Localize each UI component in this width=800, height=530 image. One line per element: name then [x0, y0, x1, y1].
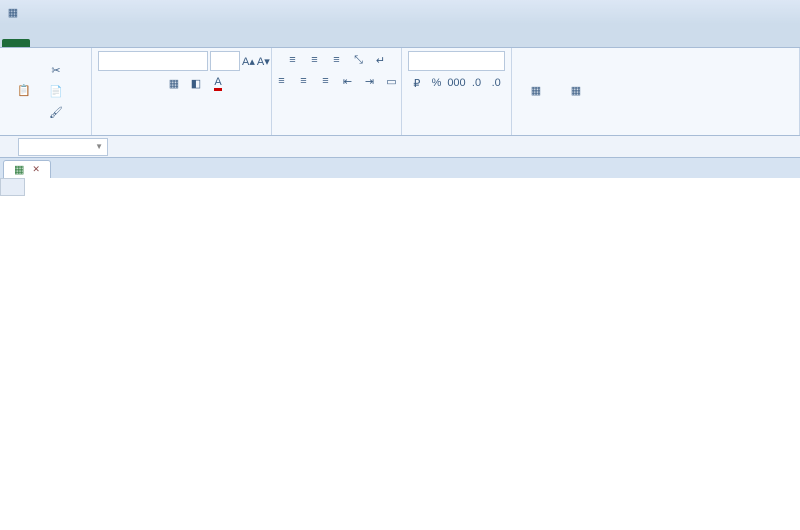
- workbook-tab[interactable]: ▦ ✕: [3, 160, 51, 178]
- group-number-label: [408, 131, 505, 133]
- bold-button[interactable]: [98, 74, 118, 92]
- fill-color-icon[interactable]: ◧: [186, 74, 206, 92]
- formula-bar: ▼: [0, 136, 800, 158]
- group-styles-label: [518, 131, 793, 133]
- file-tab[interactable]: [2, 39, 30, 47]
- indent-dec-icon[interactable]: ⇤: [338, 72, 358, 90]
- align-top-icon[interactable]: ≡: [283, 51, 303, 69]
- underline-button[interactable]: [142, 74, 162, 92]
- italic-button[interactable]: [120, 74, 140, 92]
- group-clipboard: 📋 ✂ 📄 🖌: [0, 48, 92, 135]
- ribbon: 📋 ✂ 📄 🖌 A▴ A▾ ▦ ◧: [0, 48, 800, 136]
- close-icon[interactable]: ✕: [32, 164, 40, 175]
- font-size-select[interactable]: [210, 51, 240, 71]
- font-color-icon[interactable]: A: [208, 74, 228, 92]
- chevron-down-icon[interactable]: ▼: [95, 142, 103, 151]
- redo-icon[interactable]: [67, 3, 85, 21]
- increase-decimal-icon[interactable]: .0: [468, 74, 486, 92]
- decrease-decimal-icon[interactable]: .0: [487, 74, 505, 92]
- group-clipboard-label: [6, 131, 85, 133]
- percent-icon[interactable]: %: [428, 74, 446, 92]
- title-bar: ▦: [0, 0, 800, 24]
- grow-font-icon[interactable]: A▴: [242, 52, 255, 70]
- align-left-icon[interactable]: ≡: [272, 72, 292, 90]
- cut-icon[interactable]: ✂: [46, 61, 66, 79]
- comma-icon[interactable]: 000: [447, 74, 465, 92]
- merge-icon[interactable]: ▭: [382, 72, 402, 90]
- workbook-icon: ▦: [14, 163, 24, 176]
- font-name-select[interactable]: [98, 51, 208, 71]
- group-alignment: ≡ ≡ ≡ ⤡ ↵ ≡ ≡ ≡ ⇤ ⇥ ▭: [272, 48, 402, 135]
- wrap-text-icon[interactable]: ↵: [371, 51, 391, 69]
- conditional-formatting-button[interactable]: ▦: [518, 74, 554, 108]
- align-middle-icon[interactable]: ≡: [305, 51, 325, 69]
- orientation-icon[interactable]: ⤡: [349, 51, 369, 69]
- formula-input[interactable]: [140, 140, 800, 154]
- paste-button[interactable]: 📋: [6, 74, 42, 108]
- select-all-corner[interactable]: [0, 178, 25, 196]
- border-icon[interactable]: ▦: [164, 74, 184, 92]
- format-as-table-button[interactable]: ▦: [558, 74, 594, 108]
- excel-icon: ▦: [4, 3, 22, 21]
- group-font: A▴ A▾ ▦ ◧ A: [92, 48, 272, 135]
- indent-inc-icon[interactable]: ⇥: [360, 72, 380, 90]
- undo-icon[interactable]: [46, 3, 64, 21]
- name-box[interactable]: ▼: [18, 138, 108, 156]
- group-alignment-label: [278, 131, 395, 133]
- ribbon-tabs: [0, 24, 800, 48]
- conditional-formatting-icon: ▦: [522, 76, 550, 104]
- format-painter-icon[interactable]: 🖌: [46, 103, 66, 121]
- workbook-tabs: ▦ ✕: [0, 158, 800, 178]
- qat-more-icon[interactable]: [88, 3, 106, 21]
- group-number: ₽ % 000 .0 .0: [402, 48, 512, 135]
- copy-icon[interactable]: 📄: [46, 82, 66, 100]
- group-font-label: [98, 131, 265, 133]
- save-icon[interactable]: [25, 3, 43, 21]
- align-bottom-icon[interactable]: ≡: [327, 51, 347, 69]
- align-right-icon[interactable]: ≡: [316, 72, 336, 90]
- format-as-table-icon: ▦: [562, 76, 590, 104]
- paste-icon: 📋: [10, 76, 38, 104]
- align-center-icon[interactable]: ≡: [294, 72, 314, 90]
- group-styles: ▦ ▦: [512, 48, 800, 135]
- quick-access-toolbar: ▦: [4, 3, 106, 21]
- shrink-font-icon[interactable]: A▾: [257, 52, 270, 70]
- number-format-select[interactable]: [408, 51, 505, 71]
- currency-icon[interactable]: ₽: [408, 74, 426, 92]
